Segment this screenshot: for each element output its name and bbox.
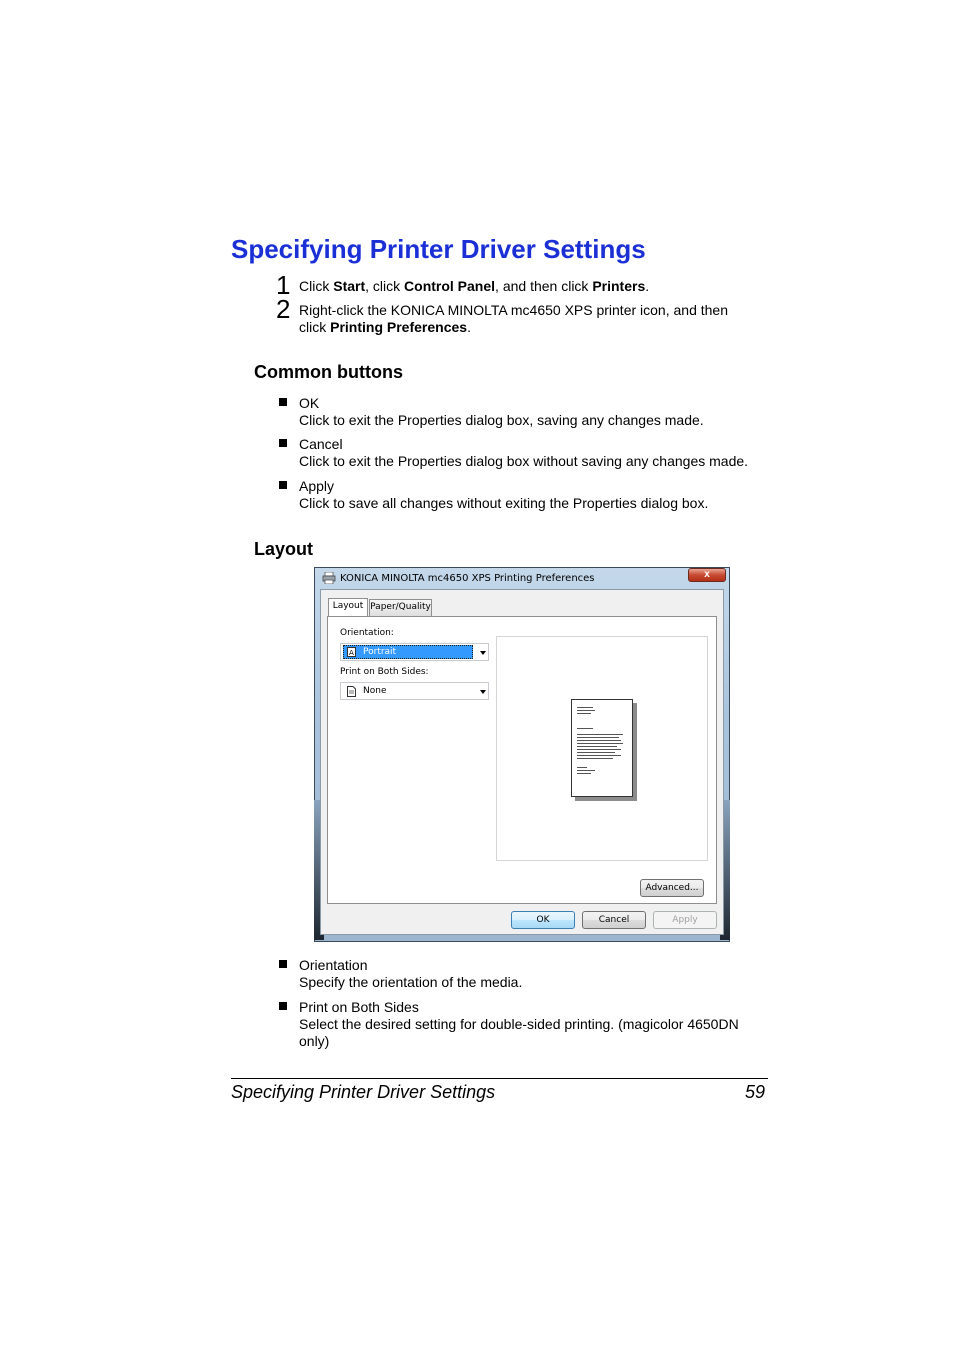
ok-button[interactable]: OK — [511, 911, 575, 929]
orientation-label: Orientation: — [340, 628, 394, 638]
cancel-button[interactable]: Cancel — [582, 911, 646, 929]
list-item: OK Click to exit the Properties dialog bo… — [299, 395, 704, 428]
portrait-page-icon: A — [347, 647, 356, 657]
single-page-icon — [347, 686, 356, 697]
footer-rule — [231, 1078, 768, 1079]
dialog-title: KONICA MINOLTA mc4650 XPS Printing Prefe… — [340, 573, 595, 584]
text-line — [577, 758, 613, 759]
chevron-down-icon[interactable] — [480, 651, 486, 655]
bullet — [279, 398, 287, 406]
text-line — [577, 734, 623, 735]
bullet — [279, 960, 287, 968]
svg-text:A: A — [349, 649, 354, 657]
text-line — [577, 749, 621, 750]
text-line — [577, 743, 623, 744]
step-2-text: Right-click the KONICA MINOLTA mc4650 XP… — [299, 302, 728, 335]
preview-page — [571, 699, 633, 797]
step-number: 2 — [276, 294, 291, 324]
close-button[interactable]: x — [688, 568, 726, 582]
text-line — [577, 740, 621, 741]
orientation-value: Portrait — [363, 647, 397, 657]
both-sides-value: None — [363, 686, 387, 696]
list-item: Orientation Specify the orientation of th… — [299, 957, 523, 990]
text-line — [577, 737, 619, 738]
bullet — [279, 481, 287, 489]
tab-layout[interactable]: Layout — [328, 598, 368, 616]
text-line — [577, 713, 591, 714]
text-line — [577, 755, 621, 756]
text-line — [577, 773, 591, 774]
footer-title: Specifying Printer Driver Settings — [231, 1082, 496, 1102]
step-1-text: Click Start, click Control Panel, and th… — [299, 278, 650, 294]
bullet — [279, 1002, 287, 1010]
text-line — [577, 728, 593, 729]
text-line — [577, 770, 595, 771]
text-line — [577, 767, 587, 768]
text-line — [577, 710, 595, 711]
list-item: Apply Click to save all changes without e… — [299, 478, 709, 511]
tab-paper-quality[interactable]: Paper/Quality — [369, 599, 432, 616]
list-item: Print on Both Sides Select the desired s… — [299, 999, 739, 1049]
apply-button[interactable]: Apply — [653, 911, 717, 929]
advanced-button[interactable]: Advanced... — [640, 879, 704, 897]
printer-icon — [322, 572, 336, 584]
bullet — [279, 439, 287, 447]
page-number: 59 — [745, 1082, 766, 1102]
page-heading: Specifying Printer Driver Settings — [231, 234, 646, 264]
text-line — [577, 746, 617, 747]
both-sides-label: Print on Both Sides: — [340, 667, 429, 677]
text-line — [577, 752, 615, 753]
text-line — [577, 707, 593, 708]
section-heading-layout: Layout — [254, 539, 314, 559]
chevron-down-icon[interactable] — [480, 690, 486, 694]
section-heading-common-buttons: Common buttons — [254, 362, 403, 382]
list-item: Cancel Click to exit the Properties dialo… — [299, 436, 749, 469]
